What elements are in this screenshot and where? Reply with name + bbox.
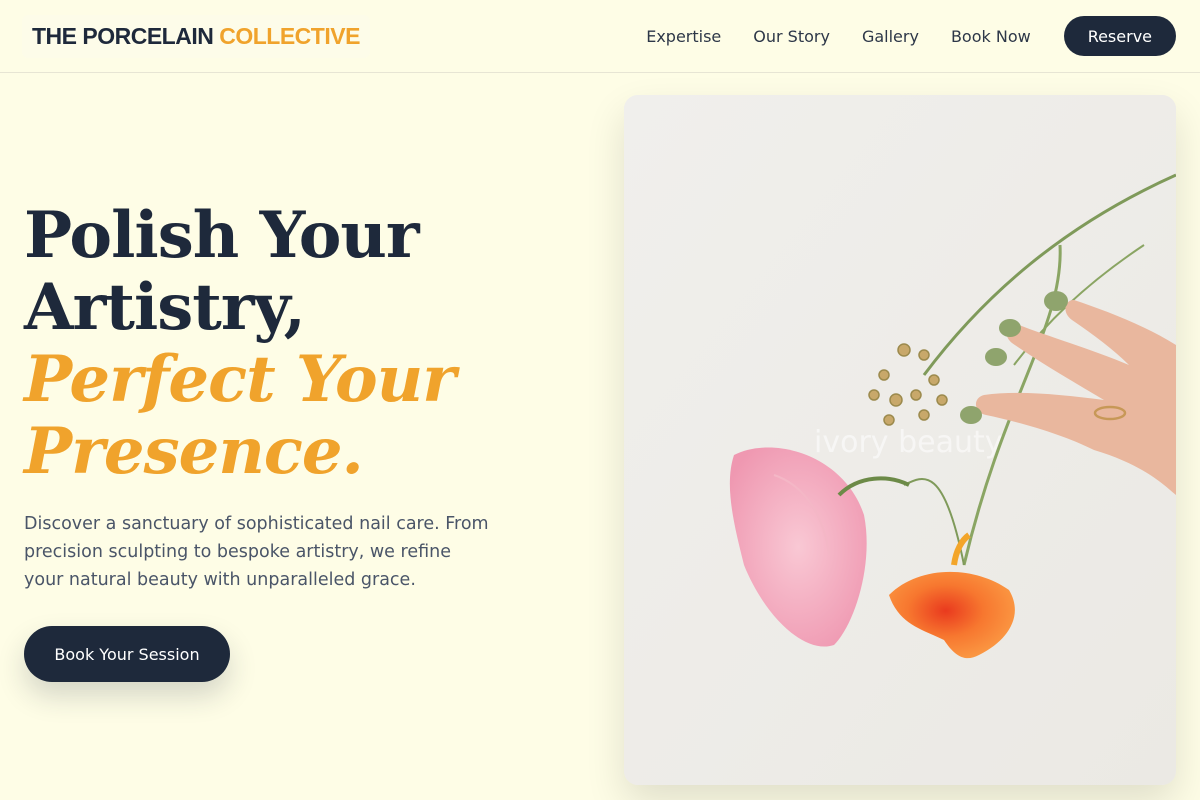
brand-name-accent: COLLECTIVE: [219, 22, 360, 49]
nav-link-our-story[interactable]: Our Story: [753, 27, 830, 46]
main-nav: Expertise Our Story Gallery Book Now Res…: [646, 16, 1176, 56]
reserve-button[interactable]: Reserve: [1063, 16, 1176, 56]
hero-description: Discover a sanctuary of sophisticated na…: [24, 514, 489, 590]
headline-accent-line-2: Presence.: [24, 414, 364, 489]
brand-logo[interactable]: THE PORCELAIN COLLECTIVE: [22, 14, 370, 58]
hero-section: Polish Your Artistry, Perfect Your Prese…: [24, 200, 564, 594]
book-session-button[interactable]: Book Your Session: [24, 626, 230, 682]
brand-name-primary: THE PORCELAIN: [32, 22, 214, 49]
headline-line-1: Polish Your: [24, 198, 420, 273]
nav-link-gallery[interactable]: Gallery: [862, 27, 919, 46]
headline-line-2: Artistry,: [24, 270, 306, 345]
hero-image: ivory beauty: [624, 95, 1176, 785]
headline-accent-line-1: Perfect Your: [24, 342, 456, 417]
image-watermark: ivory beauty: [814, 425, 1003, 460]
nav-link-book-now[interactable]: Book Now: [951, 27, 1031, 46]
nav-link-expertise[interactable]: Expertise: [646, 27, 721, 46]
hero-headline: Polish Your Artistry, Perfect Your Prese…: [24, 200, 564, 488]
site-header: THE PORCELAIN COLLECTIVE Expertise Our S…: [0, 0, 1200, 73]
